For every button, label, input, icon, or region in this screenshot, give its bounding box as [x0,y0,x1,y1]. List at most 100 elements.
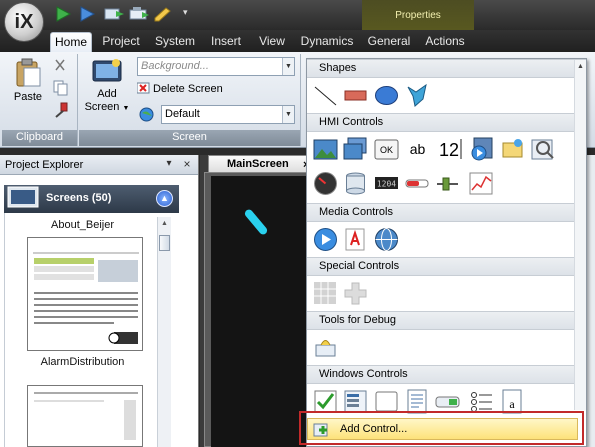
next-screen-thumbnail[interactable] [27,385,143,447]
cross-control-icon[interactable] [343,281,368,306]
transfer-project-icon[interactable] [129,6,149,22]
paste-button[interactable]: Paste [8,58,48,112]
add-screen-button[interactable]: Add Screen ▼ [83,58,131,124]
trend-viewer-icon[interactable] [469,171,494,196]
text-icon[interactable]: ab [405,137,430,162]
tab-system[interactable]: System [151,32,199,52]
delete-screen-button[interactable]: Delete Screen [136,82,223,98]
screen-item-about-beijer[interactable]: About_Beijer [5,219,160,231]
button-icon[interactable]: OK [374,137,399,162]
canvas-line-object[interactable] [243,207,269,237]
context-tab-header: Properties [362,0,474,30]
chevron-down-icon: ▼ [122,105,130,112]
hmi-controls-row-2: 1204 [307,167,586,201]
animated-label-icon[interactable] [469,137,494,162]
screens-group-header[interactable]: Screens (50) ▲ [4,185,179,213]
hmi-controls-row-1: OK ab 12 [307,133,586,167]
screens-group-label: Screens (50) [46,192,112,204]
tab-insert[interactable]: Insert [205,32,247,52]
tab-view[interactable]: View [254,32,290,52]
transfer-icon[interactable] [104,6,124,22]
theme-combo[interactable]: Default ▼ [161,105,295,124]
paste-icon [14,58,42,88]
copy-icon[interactable] [52,80,70,96]
rectangle-shape-icon[interactable] [343,83,368,108]
cut-icon[interactable] [52,58,70,74]
slider-icon[interactable] [435,171,460,196]
tab-actions[interactable]: Actions [421,32,469,52]
alarm-distribution-thumbnail[interactable] [27,237,143,351]
delete-screen-label: Delete Screen [153,83,223,95]
add-control-button[interactable]: Add Control... [307,418,578,440]
pencil-icon[interactable] [153,6,171,22]
run-icon[interactable] [54,6,72,22]
clock-icon-label: 1204 [377,180,396,189]
add-control-label: Add Control... [340,423,408,435]
line-shape-icon[interactable] [313,83,338,108]
run-simulator-icon[interactable] [78,6,96,22]
shapes-row [307,79,586,113]
scroll-up-icon[interactable]: ▲ [159,220,170,228]
add-control-icon [313,422,329,438]
add-screen-label-2: Screen ▼ [83,101,131,115]
close-icon[interactable]: × [181,158,193,170]
project-explorer-title: Project Explorer [5,159,84,171]
theme-value: Default [165,108,200,120]
screen-canvas-frame [204,172,314,447]
numeric-icon-label: 12 [439,140,459,160]
polygon-shape-icon[interactable] [405,83,430,108]
customize-arrow-icon[interactable]: ▾ [183,7,193,23]
tab-main-screen[interactable]: MainScreen × [208,155,309,172]
background-combo[interactable]: Background... ▼ [137,57,295,76]
app-logo-button[interactable]: iX [4,2,44,42]
pdf-viewer-icon[interactable] [343,227,368,252]
dropdown-scrollbar[interactable]: ▲ [574,60,586,410]
linear-meter-icon[interactable] [405,171,430,196]
document-tab-label: MainScreen [227,158,289,170]
clipboard-group: Paste Clipboard [2,54,78,146]
section-shapes: Shapes [307,59,586,78]
tab-project[interactable]: Project [97,32,145,52]
screen-canvas[interactable] [211,176,309,447]
section-tools-for-debug: Tools for Debug [307,311,586,330]
project-explorer-header: Project Explorer ▾ × [0,155,198,175]
pin-icon[interactable]: ▾ [163,158,175,170]
section-hmi-controls: HMI Controls [307,113,586,132]
format-painter-icon[interactable] [52,102,70,118]
roller-panel-icon[interactable] [531,137,556,162]
section-windows-controls: Windows Controls [307,365,586,384]
circular-meter-icon[interactable] [313,171,338,196]
title-bar: ▾ Properties [0,0,595,30]
grid-control-icon[interactable] [313,281,338,306]
multi-picture-icon[interactable] [343,137,368,162]
media-player-icon[interactable] [313,227,338,252]
screen-item-alarm-distribution[interactable]: AlarmDistribution [5,356,160,368]
message-debug-icon[interactable] [313,335,338,360]
tab-dynamics[interactable]: Dynamics [298,32,356,52]
paste-label: Paste [13,91,43,103]
screens-list: About_Beijer AlarmDistribution [4,213,176,447]
ellipse-shape-icon[interactable] [374,83,399,108]
ribbon-tab-bar: Home Project System Insert View Dynamics… [0,30,595,52]
tab-general[interactable]: General [365,32,413,52]
delete-screen-icon [136,82,150,94]
database-icon[interactable] [343,171,368,196]
scroll-thumb[interactable] [159,235,170,251]
scroll-up-icon[interactable]: ▲ [577,63,584,70]
add-screen-label: Add [97,88,117,100]
tab-home[interactable]: Home [50,32,92,52]
picture-icon[interactable] [313,137,338,162]
button-icon-label: OK [380,145,393,155]
globe-icon [139,107,154,122]
web-browser-icon[interactable] [374,227,399,252]
analog-numeric-icon[interactable]: 12 [435,137,462,162]
chevron-down-icon[interactable]: ▼ [282,58,294,75]
digital-clock-icon[interactable]: 1204 [374,171,399,196]
folder-icon[interactable] [500,137,525,162]
add-screen-label-2-text: Screen [84,101,120,113]
collapse-icon[interactable]: ▲ [156,190,173,207]
explorer-scrollbar[interactable]: ▲ [157,217,171,447]
section-special-controls: Special Controls [307,257,586,276]
chevron-down-icon[interactable]: ▼ [282,106,294,123]
controls-dropdown: Shapes HMI Controls OK ab 12 1204 Media … [299,58,587,447]
